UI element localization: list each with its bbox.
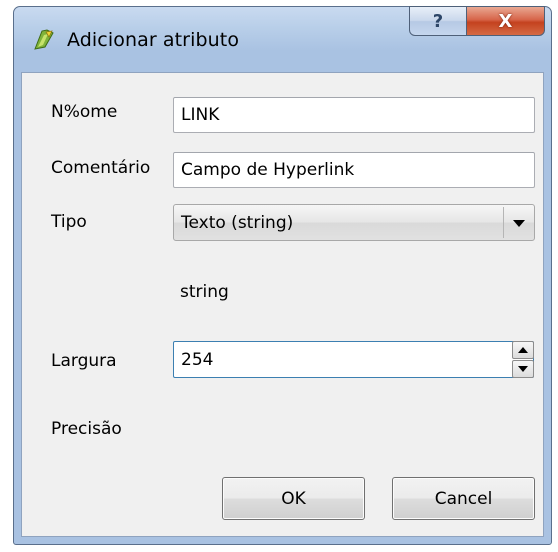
width-stepper [512, 341, 534, 378]
chevron-down-icon [513, 220, 525, 227]
help-button[interactable]: ? [409, 6, 467, 36]
comment-label: Comentário [51, 158, 151, 178]
width-label: Largura [51, 351, 117, 371]
type-name-text: string [180, 282, 229, 302]
arrow-down-icon [518, 366, 528, 372]
comment-field[interactable]: Campo de Hyperlink [173, 152, 535, 188]
width-value: 254 [181, 349, 214, 370]
dialog-window: Adicionar atributo ? X N%ome LINK Coment… [13, 6, 552, 545]
spin-down-button[interactable] [512, 360, 534, 378]
name-label: N%ome [51, 102, 118, 122]
help-icon: ? [432, 10, 444, 32]
width-spinbox[interactable]: 254 [173, 341, 534, 378]
precision-label: Precisão [51, 419, 122, 439]
arrow-up-icon [518, 347, 528, 353]
type-select-divider [503, 207, 504, 238]
spin-up-button[interactable] [512, 341, 534, 359]
title-bar[interactable]: Adicionar atributo ? X [14, 6, 551, 73]
name-field[interactable]: LINK [173, 97, 535, 133]
close-button[interactable]: X [466, 6, 545, 36]
cancel-button[interactable]: Cancel [392, 477, 535, 520]
type-label: Tipo [51, 212, 87, 232]
ok-button[interactable]: OK [222, 477, 365, 520]
type-select-value: Texto (string) [181, 212, 294, 233]
type-select[interactable]: Texto (string) [173, 204, 535, 241]
window-title: Adicionar atributo [67, 29, 240, 51]
dialog-body: N%ome LINK Comentário Campo de Hyperlink… [21, 72, 544, 537]
close-icon: X [498, 10, 513, 32]
qgis-icon [32, 27, 56, 51]
